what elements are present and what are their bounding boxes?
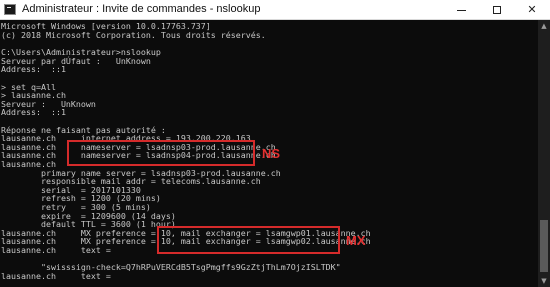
ns-callout-label: NS [262,146,281,161]
minimize-icon [456,9,466,11]
window-title: Administrateur : Invite de commandes - n… [22,3,261,15]
console-line: lausanne.ch text = [1,271,111,281]
minimize-button[interactable] [443,0,479,19]
mx-callout-label: MX [346,233,366,248]
scroll-up-icon[interactable]: ▲ [538,20,550,32]
scroll-thumb[interactable] [540,220,548,272]
console-line: Address: ::1 [1,64,66,74]
title-bar: Administrateur : Invite de commandes - n… [0,0,550,20]
maximize-icon [493,6,501,14]
cmd-icon [4,4,16,15]
console-line: (c) 2018 Microsoft Corporation. Tous dro… [1,30,266,40]
close-icon: ✕ [527,3,537,16]
vertical-scrollbar[interactable]: ▲ ▼ [538,20,550,287]
scroll-down-icon[interactable]: ▼ [538,275,550,287]
maximize-button[interactable] [479,0,515,19]
close-button[interactable]: ✕ [514,0,550,19]
mx-highlight-box [157,226,340,254]
ns-highlight-box [67,140,255,166]
console-line: lausanne.ch text = [1,245,111,255]
console-line: Address: ::1 [1,107,66,117]
